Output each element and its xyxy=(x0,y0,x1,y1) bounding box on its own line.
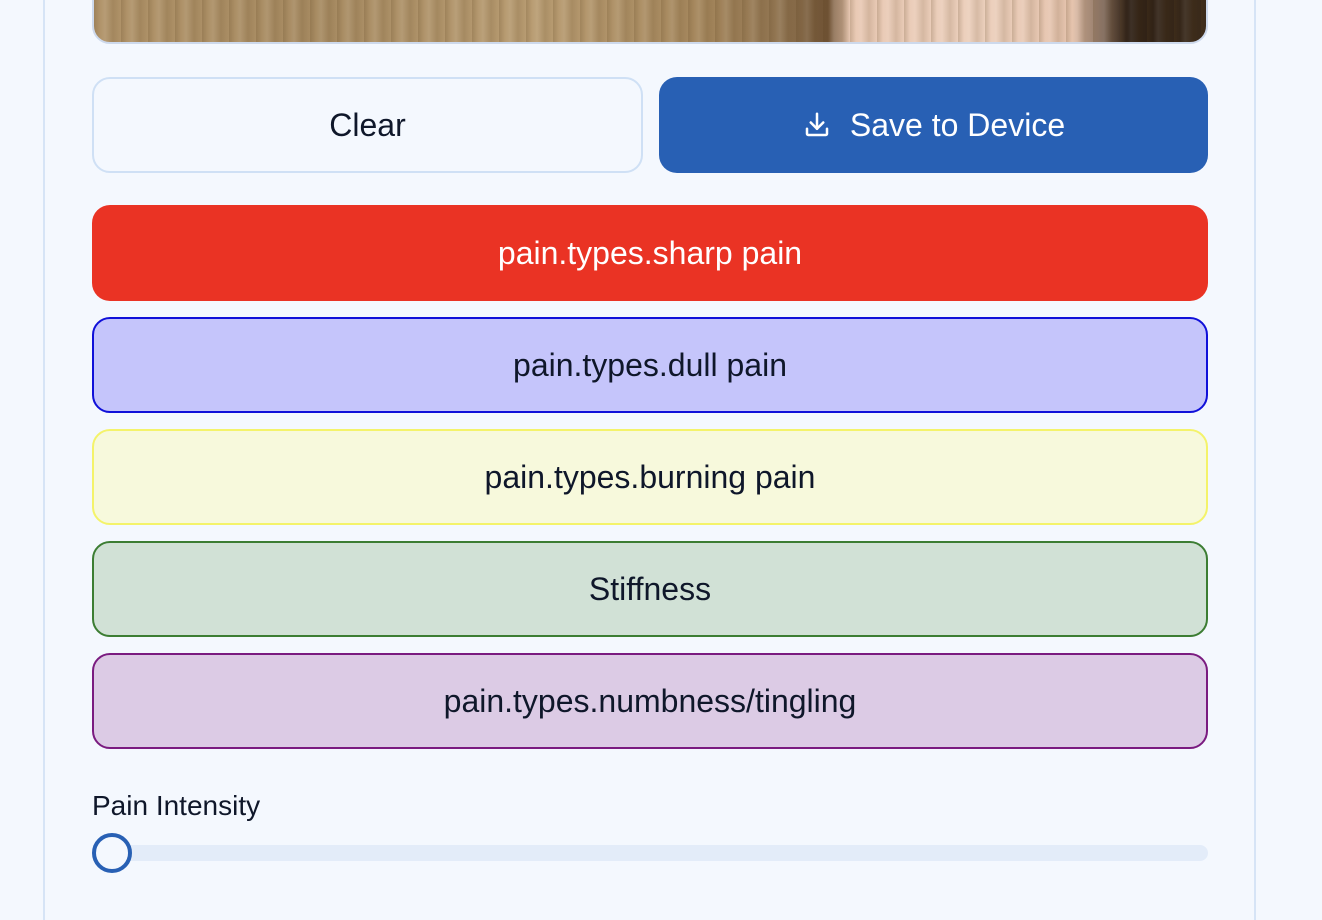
pain-type-label: pain.types.sharp pain xyxy=(497,234,803,271)
pain-type-dull-button[interactable]: pain.types.dull pain xyxy=(92,317,1208,413)
pain-type-sharp-button[interactable]: pain.types.sharp pain xyxy=(92,205,1208,301)
pain-type-label: pain.types.numbness/tingling xyxy=(443,682,857,719)
pain-type-burning-button[interactable]: pain.types.burning pain xyxy=(92,429,1208,525)
action-row: Clear Save to Device xyxy=(92,77,1208,173)
pain-intensity-slider-track[interactable] xyxy=(92,845,1208,861)
pain-type-label: Stiffness xyxy=(588,570,712,607)
body-photo[interactable] xyxy=(92,0,1208,44)
clear-button[interactable]: Clear xyxy=(92,77,643,173)
download-icon xyxy=(805,112,829,137)
pain-type-label: pain.types.dull pain xyxy=(513,346,787,383)
pain-type-stiffness-button[interactable]: Stiffness xyxy=(92,541,1208,637)
pain-intensity-label: Pain Intensity xyxy=(92,790,261,821)
clear-button-label: Clear xyxy=(329,106,406,143)
save-button-label: Save to Device xyxy=(849,106,1066,143)
pain-type-numbness-button[interactable]: pain.types.numbness/tingling xyxy=(92,653,1208,749)
pain-intensity-slider-thumb[interactable] xyxy=(92,833,132,873)
pain-type-label: pain.types.burning pain xyxy=(484,458,816,495)
save-to-device-button[interactable]: Save to Device xyxy=(659,77,1208,173)
